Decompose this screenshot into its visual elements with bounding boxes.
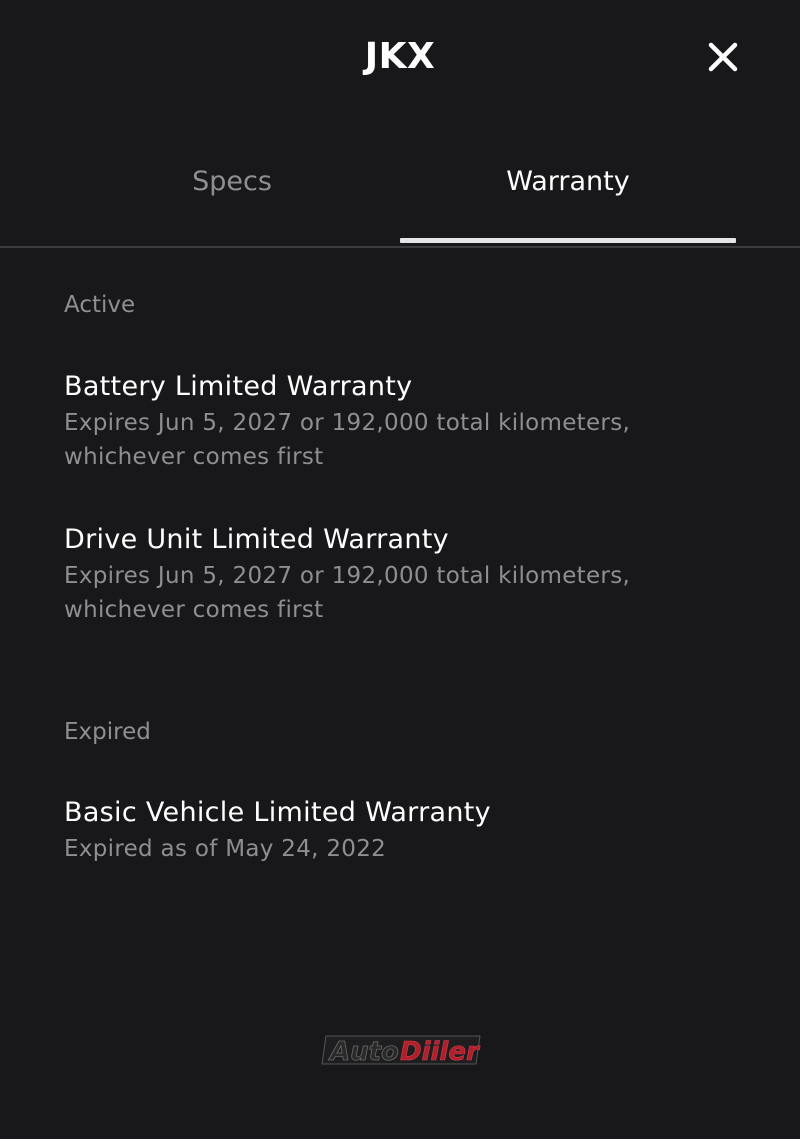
close-button[interactable] [700,34,746,80]
section-label-expired: Expired [64,719,151,745]
page-title: JKX [364,36,436,77]
warranty-description: Expired as of May 24, 2022 [64,836,387,862]
list-item: Basic Vehicle Limited Warranty Expired a… [64,796,744,866]
warranty-description: Expires Jun 5, 2027 or 192,000 total kil… [64,410,631,470]
section-label-active: Active [64,292,136,318]
warranty-title: Battery Limited Warranty [64,371,413,402]
close-icon [708,42,738,72]
warranty-title: Drive Unit Limited Warranty [64,524,449,555]
active-tab-indicator [400,238,736,243]
tab-bar: Specs Warranty [0,150,800,248]
svg-text:Diiler: Diiler [400,1037,481,1067]
tab-specs[interactable]: Specs [64,166,400,242]
svg-text:Auto: Auto [328,1037,399,1067]
warranty-description: Expires Jun 5, 2027 or 192,000 total kil… [64,563,631,623]
watermark-logo: Auto Diiler [320,1030,482,1070]
warranty-screen: JKX Specs Warranty Active Battery Limite… [0,0,800,1139]
warranty-title: Basic Vehicle Limited Warranty [64,797,491,828]
list-item: Battery Limited Warranty Expires Jun 5, … [64,370,744,474]
tab-warranty[interactable]: Warranty [400,166,736,242]
list-item: Drive Unit Limited Warranty Expires Jun … [64,523,744,627]
